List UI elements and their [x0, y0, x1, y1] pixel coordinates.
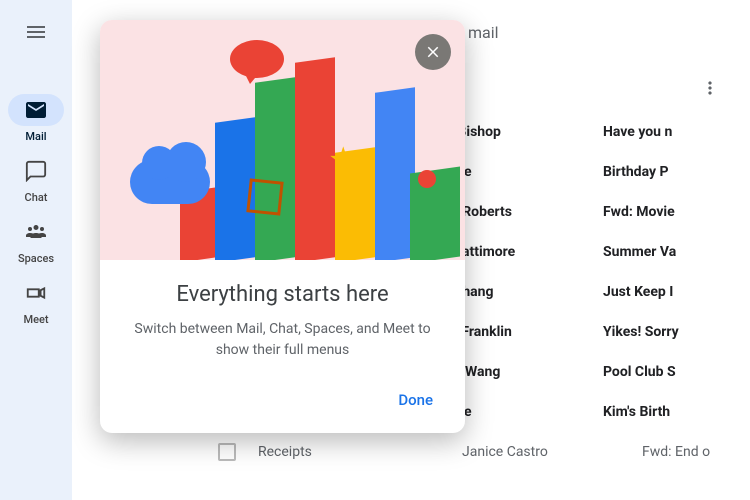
spaces-icon: [24, 220, 48, 244]
message-subject: Fwd: End o: [642, 444, 710, 460]
nav-label-spaces: Spaces: [18, 252, 54, 265]
nav-item-mail[interactable]: Mail: [0, 90, 72, 147]
speech-bubble-icon: [230, 40, 284, 78]
close-button[interactable]: [415, 34, 451, 70]
main-menu-button[interactable]: [12, 8, 60, 56]
nav-item-chat[interactable]: Chat: [0, 151, 72, 208]
close-icon: [424, 43, 442, 61]
message-row[interactable]: Receipts Janice Castro Fwd: End o: [72, 432, 750, 472]
checkbox[interactable]: [218, 443, 236, 461]
more-vert-icon[interactable]: [700, 78, 720, 98]
popover-title: Everything starts here: [124, 282, 441, 307]
nav-label-chat: Chat: [25, 191, 48, 204]
mail-icon: [24, 98, 48, 122]
done-button[interactable]: Done: [386, 383, 445, 417]
cloud-icon: [130, 160, 210, 204]
message-sender: Janice Castro: [462, 444, 642, 460]
onboarding-popover: ★ Everything starts here Switch between …: [100, 20, 465, 433]
nav-item-meet[interactable]: Meet: [0, 273, 72, 330]
meet-icon: [25, 282, 47, 304]
message-label: Receipts: [258, 444, 438, 460]
chat-icon: [25, 160, 47, 182]
app-rail: Mail Chat Spaces Meet: [0, 0, 72, 500]
nav-label-meet: Meet: [23, 313, 48, 326]
popover-description: Switch between Mail, Chat, Spaces, and M…: [124, 319, 441, 361]
nav-item-spaces[interactable]: Spaces: [0, 212, 72, 269]
nav-label-mail: Mail: [25, 130, 46, 143]
star-icon: ★: [328, 140, 358, 180]
hamburger-icon: [24, 20, 48, 44]
popover-illustration: ★: [100, 20, 465, 260]
search-hint: mail: [468, 23, 499, 42]
